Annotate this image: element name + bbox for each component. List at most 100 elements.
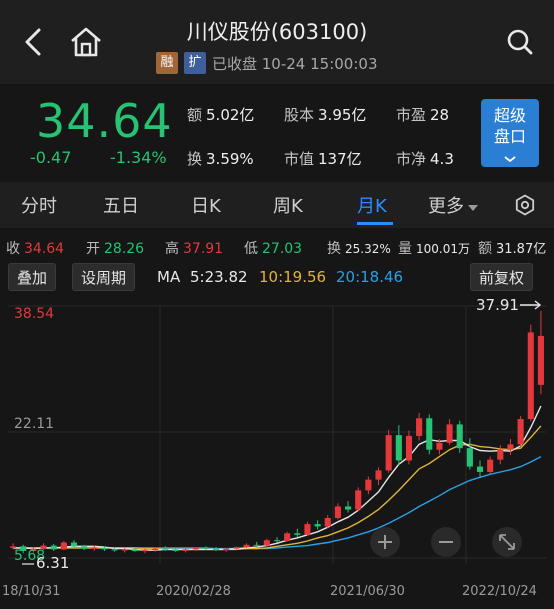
- candle-body: [243, 544, 250, 548]
- candle: [60, 540, 67, 551]
- candle-body: [263, 540, 270, 546]
- candle-body: [426, 418, 433, 450]
- caret-down-icon: [468, 205, 478, 211]
- price-change-pct: -1.34%: [110, 148, 167, 167]
- candle-body: [345, 506, 352, 510]
- candle-body: [141, 550, 149, 552]
- candle: [385, 429, 392, 473]
- candle-body: [395, 435, 402, 461]
- candle-body: [355, 490, 362, 510]
- pe-stat: 市盈 28: [396, 106, 450, 124]
- candle: [537, 310, 544, 395]
- candle-body: [131, 549, 138, 551]
- candle: [355, 487, 362, 512]
- market-status: 融 扩 已收盘 10-24 15:00:03: [156, 52, 378, 74]
- candle: [507, 438, 514, 456]
- candle-body: [497, 449, 504, 460]
- candle: [273, 537, 281, 543]
- candle-body: [527, 332, 534, 420]
- expand-icon[interactable]: [492, 527, 522, 557]
- candle-body: [273, 540, 281, 542]
- tab-daily-k[interactable]: 日K: [191, 192, 221, 218]
- overlay-button[interactable]: 叠加: [8, 263, 57, 291]
- app-header: 川仪股份(603100) 融 扩 已收盘 10-24 15:00:03: [0, 0, 554, 84]
- status-text: 已收盘 10-24 15:00:03: [212, 54, 378, 73]
- candle: [314, 520, 321, 530]
- candle-body: [517, 419, 524, 445]
- chevron-down-icon: [504, 156, 516, 163]
- set-period-button[interactable]: 设周期: [72, 263, 136, 291]
- settings-icon[interactable]: [514, 194, 536, 216]
- candle: [416, 412, 423, 441]
- candle-body: [314, 524, 321, 527]
- high-stat: 高 37.91: [165, 241, 224, 257]
- candle-body: [60, 542, 67, 550]
- expand-tag: 扩: [184, 52, 206, 74]
- margin-tag: 融: [156, 52, 178, 74]
- x-label-0: 18/10/31: [2, 584, 60, 599]
- candle: [456, 420, 463, 453]
- candle-body: [81, 546, 88, 549]
- candle: [284, 531, 291, 542]
- kline-stats: 收 34.64 开 28.26 高 37.91 低 27.03 换 25.32% 量 100…: [0, 236, 554, 258]
- candle-body: [101, 547, 108, 550]
- candle-body: [324, 517, 331, 527]
- candle: [365, 476, 372, 495]
- candle: [466, 438, 473, 470]
- candle-body: [162, 548, 169, 550]
- candle: [405, 430, 413, 465]
- candle-body: [334, 506, 341, 518]
- candle-body: [50, 545, 57, 550]
- x-label-1: 2020/02/28: [156, 584, 231, 599]
- zoom-out-button[interactable]: [431, 527, 461, 557]
- candle-body: [304, 524, 311, 535]
- ma20-value: 20:18.46: [336, 268, 404, 286]
- super-orderbook-button[interactable]: 超级 盘口: [481, 99, 539, 167]
- candle: [517, 415, 524, 447]
- search-icon[interactable]: [500, 22, 540, 62]
- candle: [324, 514, 331, 528]
- candle-body: [385, 435, 392, 471]
- active-tab-indicator: [357, 222, 393, 225]
- zoom-in-button[interactable]: [370, 527, 400, 557]
- candle: [213, 547, 220, 551]
- tab-weekly-k[interactable]: 周K: [273, 192, 303, 218]
- candle-body: [537, 335, 544, 385]
- stock-title: 川仪股份(603100): [186, 20, 368, 44]
- candle-body: [111, 549, 118, 551]
- candle-body: [375, 470, 382, 480]
- ma10-value: 10:19.56: [259, 268, 327, 286]
- y-label-mid: 22.11: [14, 416, 54, 432]
- close-stat: 收 34.64: [6, 241, 65, 257]
- candle-body: [456, 424, 463, 449]
- adjust-button[interactable]: 前复权: [470, 263, 534, 291]
- candle: [476, 460, 484, 478]
- tab-intraday[interactable]: 分时: [21, 192, 57, 218]
- candle-body: [487, 459, 494, 472]
- candle: [395, 425, 402, 466]
- price-change: -0.47: [30, 148, 72, 167]
- monthly-kline-chart[interactable]: 38.54 22.11 5.68 37.91 6.31 18/10/31 202…: [0, 294, 554, 609]
- tab-more[interactable]: 更多: [428, 192, 479, 218]
- candle-body: [182, 549, 189, 551]
- pb-stat: 市净 4.3: [396, 150, 454, 168]
- period-tabs: 分时 五日 日K 周K 月K 更多: [0, 182, 554, 228]
- candle-body: [152, 548, 159, 551]
- candle-body: [233, 547, 240, 549]
- candle-body: [365, 479, 372, 491]
- tab-monthly-k[interactable]: 月K: [357, 192, 387, 218]
- super-btn-line2: 盘口: [493, 127, 526, 146]
- chart-controls: 叠加 设周期 MA 5:23.82 10:19.56 20:18.46 前复权: [0, 262, 554, 292]
- candle: [50, 544, 57, 551]
- tab-five-day[interactable]: 五日: [103, 192, 139, 218]
- candle-body: [436, 442, 443, 450]
- market-cap-stat: 市值 137亿: [284, 150, 362, 168]
- equity-stat: 股本 3.95亿: [284, 106, 367, 124]
- candle-body: [202, 547, 209, 549]
- candle-body: [253, 544, 260, 546]
- candle-body: [192, 547, 199, 550]
- candle: [527, 324, 534, 422]
- candle: [375, 467, 382, 485]
- candle-body: [121, 549, 128, 551]
- ma20-line: [13, 455, 542, 550]
